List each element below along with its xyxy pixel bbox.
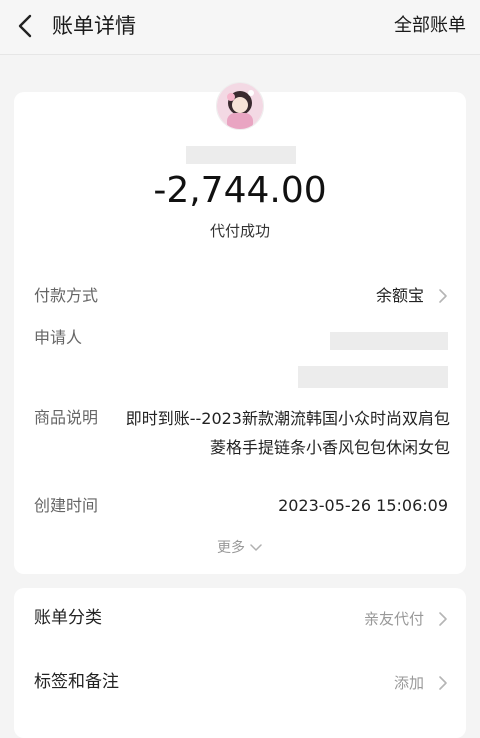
- bill-extra-card: 账单分类 亲友代付 标签和备注 添加: [14, 588, 466, 738]
- more-button[interactable]: 更多: [14, 538, 466, 558]
- bill-amount: -2,744.00: [153, 170, 327, 211]
- avatar[interactable]: [216, 82, 264, 130]
- merchant-name-redacted: [186, 146, 296, 164]
- chevron-down-icon: [250, 544, 262, 551]
- chevron-right-icon: [439, 612, 447, 626]
- created-time-value: 2023-05-26 15:06:09: [278, 496, 448, 515]
- description-value: 即时到账--2023新款潮流韩国小众时尚双肩包菱格手提链条小香风包包休闲女包: [125, 409, 450, 457]
- bill-category-value: 亲友代付: [363, 610, 424, 628]
- chevron-left-icon: [18, 14, 32, 38]
- description-label: 商品说明: [34, 408, 99, 427]
- avatar-image: [217, 83, 263, 129]
- payment-method-value[interactable]: 余额宝: [376, 284, 424, 308]
- applicant-account-redacted: [298, 366, 448, 388]
- more-label: 更多: [217, 540, 245, 556]
- all-bills-link[interactable]: 全部账单: [394, 13, 466, 39]
- back-button[interactable]: [10, 9, 44, 43]
- applicant-label: 申请人: [34, 328, 83, 347]
- page-title: 账单详情: [52, 14, 136, 38]
- tags-notes-label: 标签和备注: [34, 672, 119, 692]
- chevron-right-icon[interactable]: [438, 288, 448, 304]
- chevron-right-icon: [439, 676, 447, 690]
- top-bar: 账单详情 全部账单: [0, 0, 480, 55]
- applicant-name-redacted: [330, 332, 448, 350]
- bill-detail-card: -2,744.00 代付成功 付款方式 余额宝 申请人 商品说明 即时到账--2…: [14, 82, 466, 574]
- bill-status: 代付成功: [209, 222, 270, 240]
- tags-notes-value: 添加: [393, 674, 424, 692]
- created-time-label: 创建时间: [34, 496, 99, 515]
- payment-method-label: 付款方式: [34, 286, 99, 305]
- bill-category-label: 账单分类: [34, 608, 102, 628]
